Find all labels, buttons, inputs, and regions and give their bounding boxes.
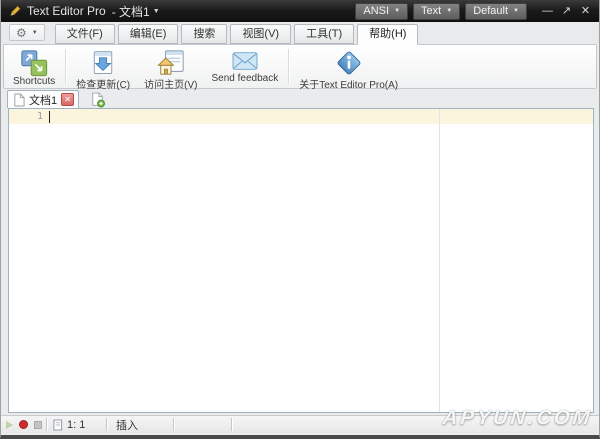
window-controls: — ↗ ✕ xyxy=(538,2,595,20)
document-page-icon xyxy=(13,93,25,107)
shortcuts-icon xyxy=(19,49,49,76)
line-number: 1 xyxy=(36,111,43,122)
right-margin-line xyxy=(439,109,440,412)
insert-mode-label: 插入 xyxy=(116,419,138,432)
visit-homepage-icon xyxy=(156,49,186,76)
app-logo-pencil-icon xyxy=(8,5,21,18)
tab-help[interactable]: 帮助(H) xyxy=(357,24,419,45)
new-document-button[interactable] xyxy=(88,91,108,108)
highlighter-dropdown[interactable]: Default ▼ xyxy=(465,2,527,20)
title-bar: Text Editor Pro - 文档1 ▼ ANSI ▼ Text ▼ De… xyxy=(1,0,599,22)
settings-menu-button[interactable]: ⚙ ▼ xyxy=(9,24,45,41)
about-info-icon xyxy=(334,49,364,76)
chevron-down-icon: ▼ xyxy=(446,8,453,14)
document-tab-bar: 文档1 ✕ xyxy=(3,90,597,108)
window-title: Text Editor Pro - 文档1 xyxy=(27,3,150,20)
document-switcher-caret-icon[interactable]: ▼ xyxy=(153,8,160,15)
app-window: Text Editor Pro - 文档1 ▼ ANSI ▼ Text ▼ De… xyxy=(0,0,600,439)
app-title: Text Editor Pro xyxy=(27,4,106,18)
send-feedback-button[interactable]: Send feedback xyxy=(204,46,285,87)
about-label: 关于Text Editor Pro(A) xyxy=(299,80,399,91)
highlighter-dropdown-label: Default xyxy=(473,5,509,17)
status-position: 1: 1 xyxy=(47,419,106,431)
ribbon-separator xyxy=(288,49,290,84)
visit-homepage-label: 访问主页(V) xyxy=(144,80,198,91)
text-caret xyxy=(49,111,50,123)
tab-tools[interactable]: 工具(T) xyxy=(294,24,355,44)
minimize-button[interactable]: — xyxy=(538,2,557,20)
tab-file[interactable]: 文件(F) xyxy=(54,24,115,44)
send-feedback-icon xyxy=(230,49,260,73)
encoding-dropdown-label: ANSI xyxy=(363,5,390,17)
statusbar-separator xyxy=(231,418,232,431)
check-updates-icon xyxy=(89,49,117,76)
macro-stop-icon[interactable] xyxy=(34,420,42,429)
document-tab-label: 文档1 xyxy=(29,94,58,107)
tab-edit[interactable]: 编辑(E) xyxy=(117,24,179,44)
chevron-down-icon: ▼ xyxy=(31,29,38,36)
macro-controls xyxy=(1,420,46,429)
encoding-dropdown[interactable]: ANSI ▼ xyxy=(355,2,409,20)
ribbon-separator xyxy=(65,49,67,84)
maximize-button[interactable]: ↗ xyxy=(557,2,576,20)
filetype-dropdown-label: Text xyxy=(421,5,442,17)
gear-icon: ⚙ xyxy=(16,25,27,40)
shortcuts-label: Shortcuts xyxy=(13,76,56,87)
menu-tab-strip: ⚙ ▼ 文件(F) 编辑(E) 搜索 视图(V) 工具(T) 帮助(H) xyxy=(1,22,599,45)
shortcuts-button[interactable]: Shortcuts xyxy=(6,46,62,87)
chevron-down-icon: ▼ xyxy=(513,8,519,14)
editor-area[interactable]: 1 xyxy=(8,108,594,413)
status-insert-mode: 插入 xyxy=(107,417,173,433)
status-bar: 1: 1 插入 xyxy=(1,415,599,433)
check-updates-label: 检查更新(C) xyxy=(76,80,131,91)
close-button[interactable]: ✕ xyxy=(576,2,595,20)
close-tab-icon[interactable]: ✕ xyxy=(61,93,75,106)
statusbar-separator xyxy=(173,418,174,431)
new-document-icon xyxy=(92,92,106,107)
tab-search[interactable]: 搜索 xyxy=(181,24,228,44)
filetype-dropdown[interactable]: Text ▼ xyxy=(413,2,461,20)
macro-record-icon[interactable] xyxy=(19,420,28,429)
active-line-highlight xyxy=(9,109,593,124)
document-tab[interactable]: 文档1 ✕ xyxy=(7,90,80,108)
titlebar-right-controls: ANSI ▼ Text ▼ Default ▼ — ↗ ✕ xyxy=(355,2,599,20)
document-title: - 文档1 xyxy=(111,4,150,19)
chevron-down-icon: ▼ xyxy=(394,8,401,14)
tab-view[interactable]: 视图(V) xyxy=(230,24,292,44)
about-button[interactable]: 关于Text Editor Pro(A) xyxy=(292,46,405,91)
check-updates-button[interactable]: 检查更新(C) xyxy=(69,46,137,91)
visit-homepage-button[interactable]: 访问主页(V) xyxy=(137,46,204,91)
send-feedback-label: Send feedback xyxy=(211,73,279,84)
caret-position-icon xyxy=(53,419,63,430)
macro-play-icon[interactable] xyxy=(6,420,13,429)
caret-position-value: 1: 1 xyxy=(67,418,86,431)
ribbon-toolbar: Shortcuts 检查更新(C) 访问主页(V) Send feedback … xyxy=(3,44,597,91)
